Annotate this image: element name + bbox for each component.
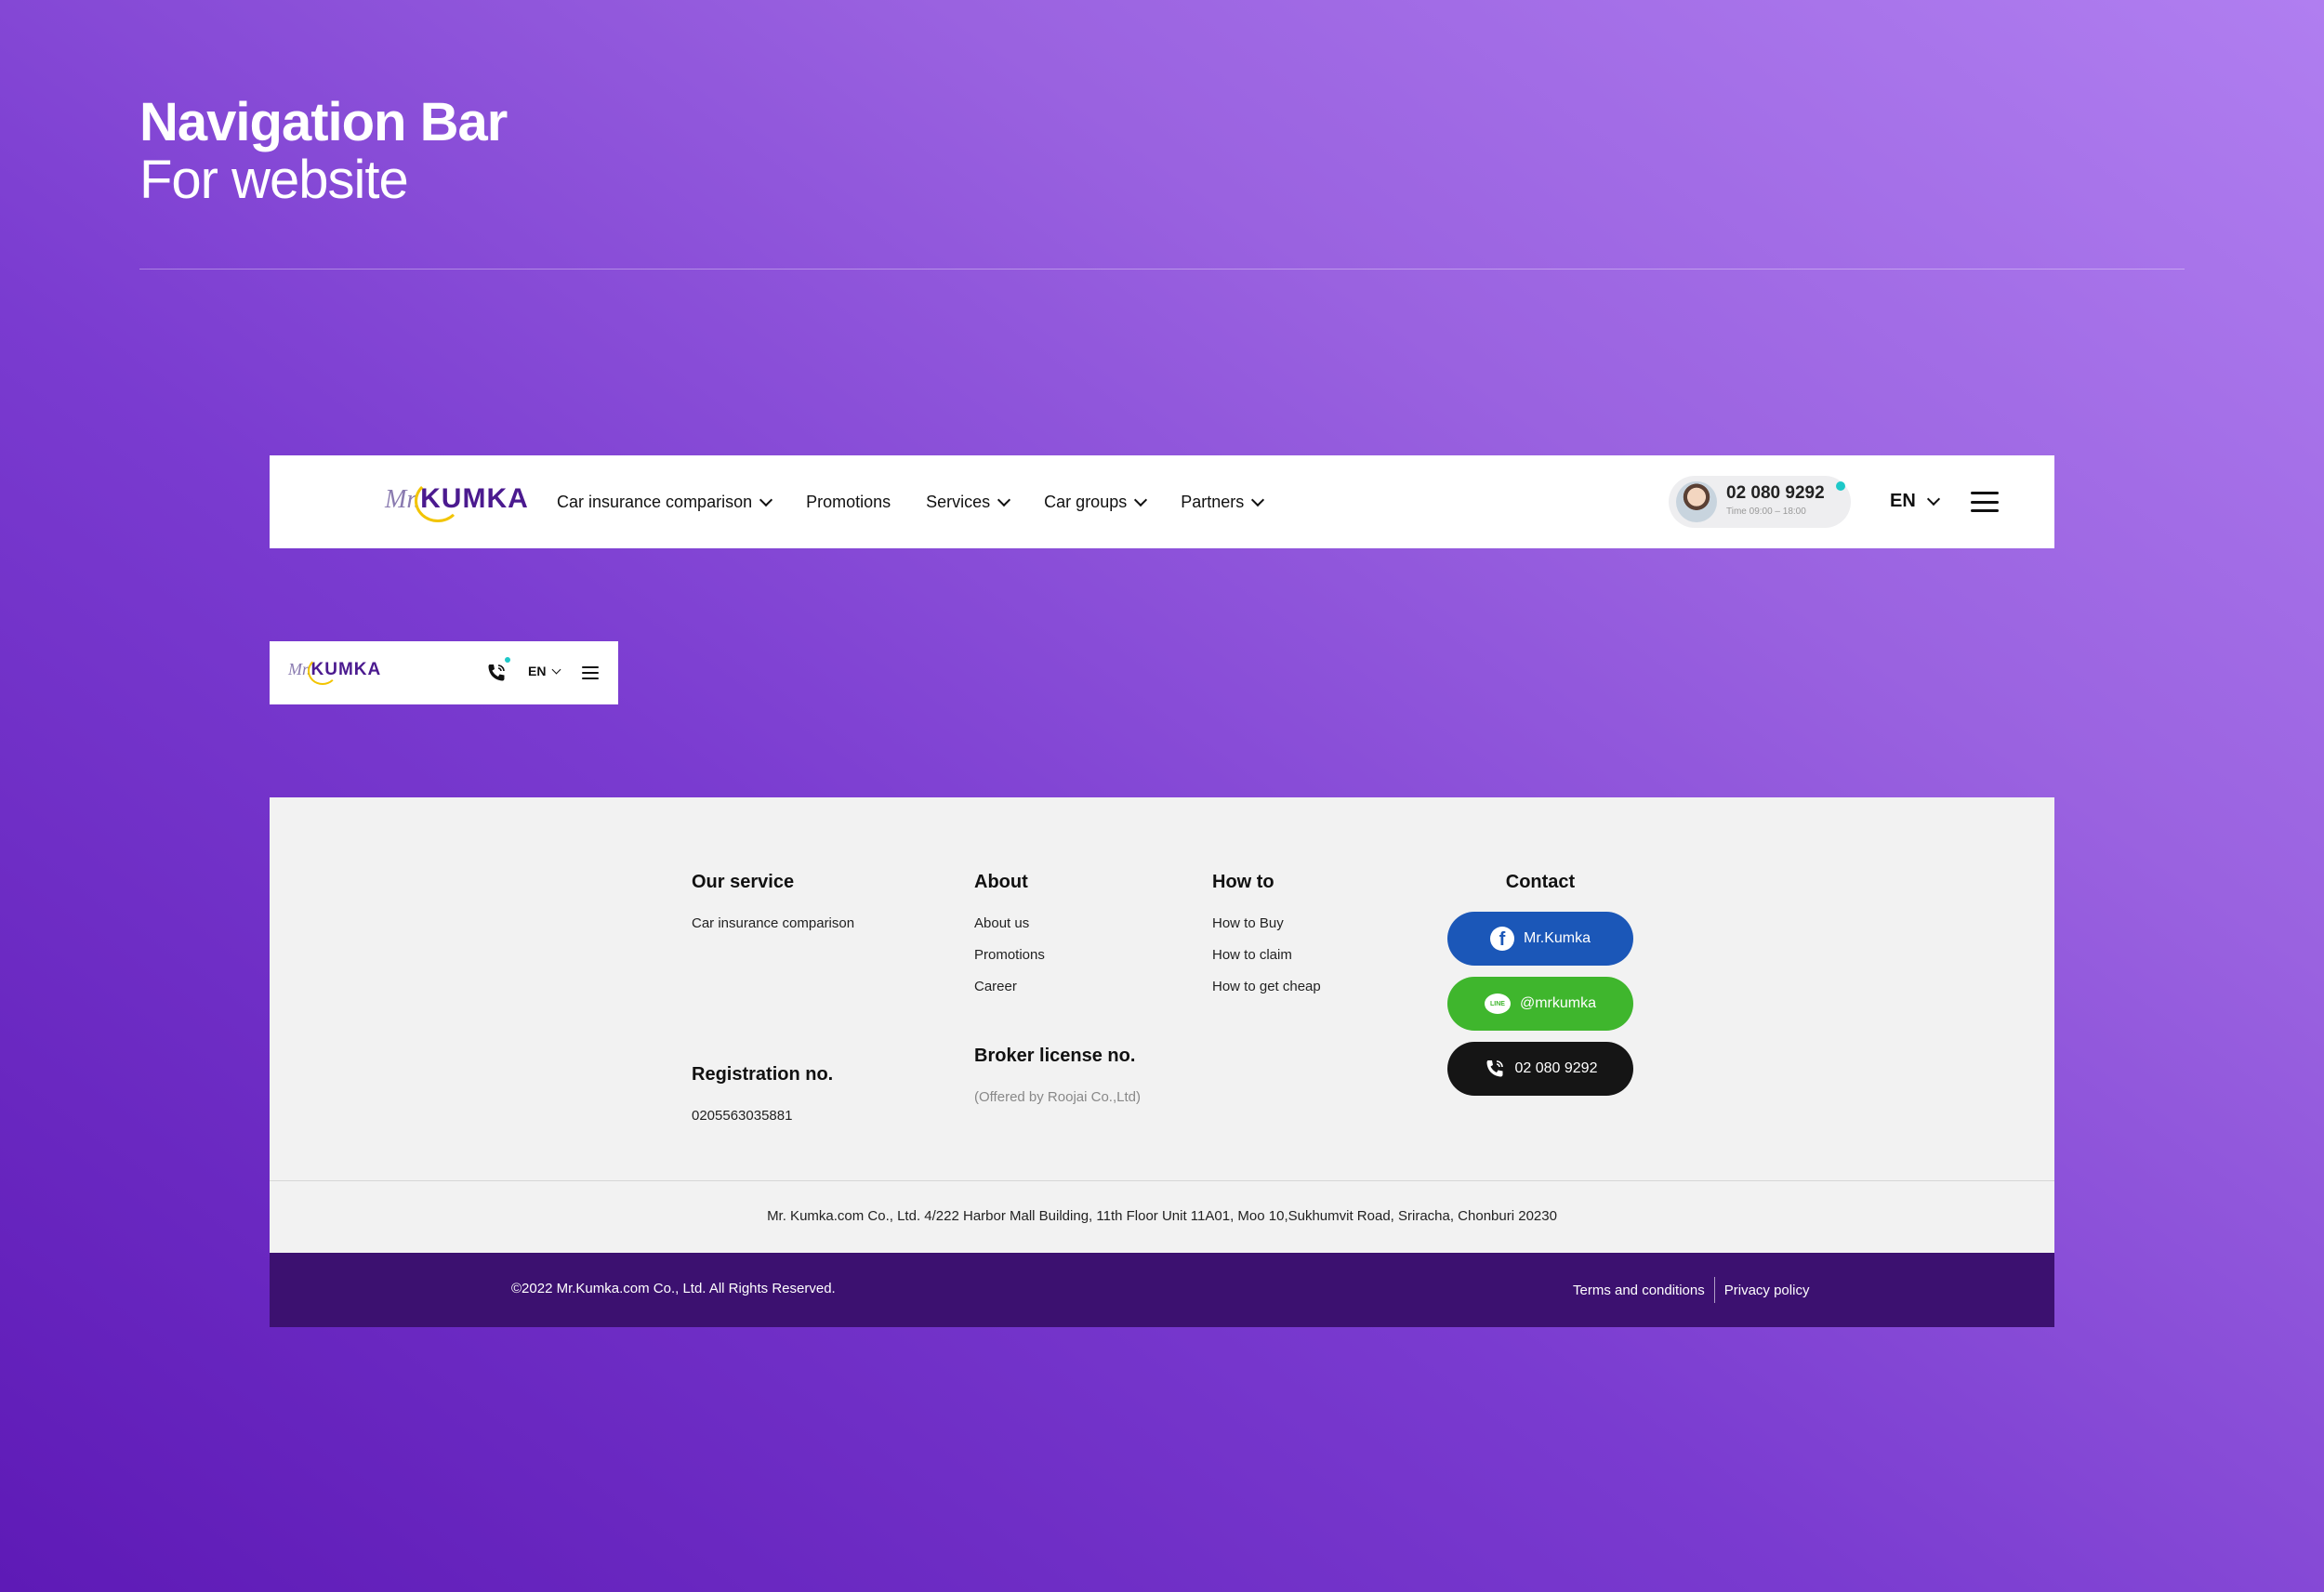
- footer-contact: Contact f Mr.Kumka LINE @mrkumka 02 080 …: [1447, 872, 1633, 1096]
- copyright: ©2022 Mr.Kumka.com Co., Ltd. All Rights …: [511, 1281, 836, 1296]
- footer-about: About About us Promotions Career Broker …: [974, 872, 1141, 1105]
- company-address: Mr. Kumka.com Co., Ltd. 4/222 Harbor Mal…: [767, 1208, 1557, 1224]
- phone-icon[interactable]: [485, 662, 508, 684]
- line-button[interactable]: LINE @mrkumka: [1447, 977, 1633, 1031]
- footer-heading: Registration no.: [692, 1064, 834, 1085]
- broker-license: (Offered by Roojai Co.,Ltd): [974, 1089, 1141, 1105]
- nav-item-car-insurance-comparison[interactable]: Car insurance comparison: [557, 492, 773, 512]
- footer-our-service: Our service Car insurance comparison Reg…: [692, 872, 854, 1124]
- divider: [270, 1180, 2054, 1181]
- page-title: Navigation Bar: [139, 92, 508, 152]
- footer-heading: Our service: [692, 872, 795, 892]
- nav-item-partners[interactable]: Partners: [1181, 492, 1265, 512]
- legal-links: Terms and conditions Privacy policy: [1573, 1277, 1809, 1303]
- facebook-button[interactable]: f Mr.Kumka: [1447, 912, 1633, 966]
- language-label: EN: [1890, 491, 1916, 511]
- footer-heading: Broker license no.: [974, 1046, 1136, 1066]
- call-hours: Time 09:00 – 18:00: [1726, 507, 1806, 517]
- call-us-button[interactable]: 02 080 9292 Time 09:00 – 18:00: [1669, 476, 1851, 528]
- chevron-down-icon: [1134, 493, 1148, 507]
- logo-swoosh-icon: [415, 480, 462, 522]
- divider: [139, 269, 2185, 270]
- nav-item-label: Partners: [1181, 492, 1245, 511]
- footer-link-how-to-get-cheap[interactable]: How to get cheap: [1212, 979, 1321, 994]
- brand-logo[interactable]: Mr. KUMKA: [385, 480, 529, 522]
- brand-logo[interactable]: Mr. KUMKA: [288, 657, 382, 685]
- line-label: @mrkumka: [1519, 995, 1597, 1011]
- footer-link-about-us[interactable]: About us: [974, 915, 1141, 931]
- language-selector[interactable]: EN: [528, 664, 561, 678]
- privacy-link[interactable]: Privacy policy: [1724, 1283, 1810, 1298]
- phone-label: 02 080 9292: [1514, 1060, 1598, 1076]
- footer-link-how-to-buy[interactable]: How to Buy: [1212, 915, 1321, 931]
- logo-name: KUMKA: [415, 480, 529, 522]
- phone-icon: [1486, 1060, 1503, 1077]
- footer-link-career[interactable]: Career: [974, 979, 1141, 994]
- chevron-down-icon: [1251, 493, 1265, 507]
- chevron-down-icon: [552, 664, 561, 675]
- hamburger-menu-icon[interactable]: [582, 666, 599, 679]
- nav-item-services[interactable]: Services: [926, 492, 1011, 512]
- avatar: [1676, 481, 1717, 522]
- desktop-navbar: Mr. KUMKA Car insurance comparison Promo…: [270, 455, 2054, 548]
- call-number: 02 080 9292: [1726, 483, 1825, 503]
- footer-link-promotions[interactable]: Promotions: [974, 947, 1141, 963]
- footer-link-car-insurance-comparison[interactable]: Car insurance comparison: [692, 915, 854, 931]
- language-label: EN: [528, 664, 547, 678]
- language-selector[interactable]: EN: [1890, 491, 1940, 512]
- logo-name: KUMKA: [307, 657, 382, 685]
- footer-link-how-to-claim[interactable]: How to claim: [1212, 947, 1321, 963]
- nav-item-label: Services: [926, 492, 991, 511]
- chevron-down-icon: [997, 493, 1011, 507]
- nav-menu: Car insurance comparison Promotions Serv…: [557, 455, 1265, 548]
- footer-how-to: How to How to Buy How to claim How to ge…: [1212, 872, 1321, 994]
- nav-item-car-groups[interactable]: Car groups: [1044, 492, 1148, 512]
- divider: [1713, 1277, 1715, 1303]
- phone-button[interactable]: 02 080 9292: [1447, 1042, 1633, 1096]
- logo-swoosh-icon: [307, 657, 337, 685]
- nav-item-promotions[interactable]: Promotions: [806, 493, 891, 512]
- nav-item-label: Car groups: [1044, 492, 1128, 511]
- footer-heading: How to: [1212, 872, 1274, 892]
- page-subtitle: For website: [139, 150, 409, 210]
- chevron-down-icon: [1926, 492, 1940, 507]
- hamburger-menu-icon[interactable]: [1971, 492, 1999, 512]
- terms-link[interactable]: Terms and conditions: [1573, 1283, 1705, 1298]
- online-status-dot: [505, 657, 510, 663]
- registration-number: 0205563035881: [692, 1108, 793, 1124]
- footer-bottom-bar: ©2022 Mr.Kumka.com Co., Ltd. All Rights …: [270, 1253, 2054, 1327]
- facebook-icon: f: [1489, 927, 1514, 951]
- footer: Our service Car insurance comparison Reg…: [270, 797, 2054, 1257]
- nav-item-label: Car insurance comparison: [557, 492, 753, 511]
- line-icon: LINE: [1484, 993, 1511, 1014]
- online-status-dot: [1836, 481, 1845, 491]
- footer-heading: Contact: [1505, 872, 1576, 892]
- mobile-navbar: Mr. KUMKA EN: [270, 641, 618, 704]
- chevron-down-icon: [759, 493, 773, 507]
- footer-heading: About: [974, 872, 1028, 892]
- nav-item-label: Promotions: [806, 492, 891, 511]
- facebook-label: Mr.Kumka: [1523, 930, 1591, 946]
